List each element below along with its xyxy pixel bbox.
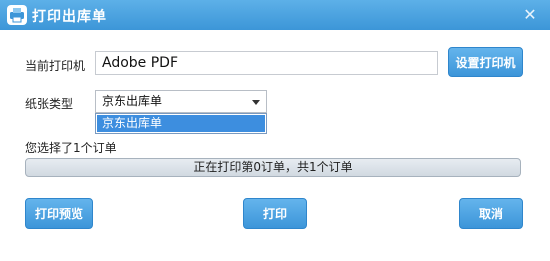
paper-type-selected: 京东出库单 (102, 94, 163, 108)
cancel-label: 取消 (478, 207, 503, 221)
printer-app-icon (7, 5, 27, 25)
selection-status: 您选择了1个订单 (25, 141, 117, 155)
paper-type-dropdown: 京东出库单 (95, 113, 267, 134)
title-bar: 打印出库单 ✕ (0, 0, 550, 30)
cancel-button[interactable]: 取消 (459, 198, 523, 229)
progress-text: 正在打印第0订单，共1个订单 (193, 160, 353, 174)
printer-field[interactable]: Adobe PDF (95, 51, 438, 75)
close-button[interactable]: ✕ (520, 5, 540, 25)
setup-printer-label: 设置打印机 (455, 55, 516, 70)
printer-label: 当前打印机 (25, 59, 86, 73)
setup-printer-button[interactable]: 设置打印机 (448, 47, 523, 77)
chevron-down-icon (252, 100, 260, 105)
print-label: 打印 (262, 207, 287, 221)
close-icon: ✕ (523, 5, 537, 24)
paper-type-option[interactable]: 京东出库单 (97, 115, 265, 132)
paper-type-select[interactable]: 京东出库单 (95, 90, 267, 113)
paper-type-label: 纸张类型 (25, 97, 74, 111)
window-title: 打印出库单 (32, 9, 107, 25)
print-button[interactable]: 打印 (243, 198, 307, 229)
print-progress-bar: 正在打印第0订单，共1个订单 (25, 158, 521, 177)
print-preview-button[interactable]: 打印预览 (25, 198, 93, 229)
print-preview-label: 打印预览 (34, 207, 83, 221)
